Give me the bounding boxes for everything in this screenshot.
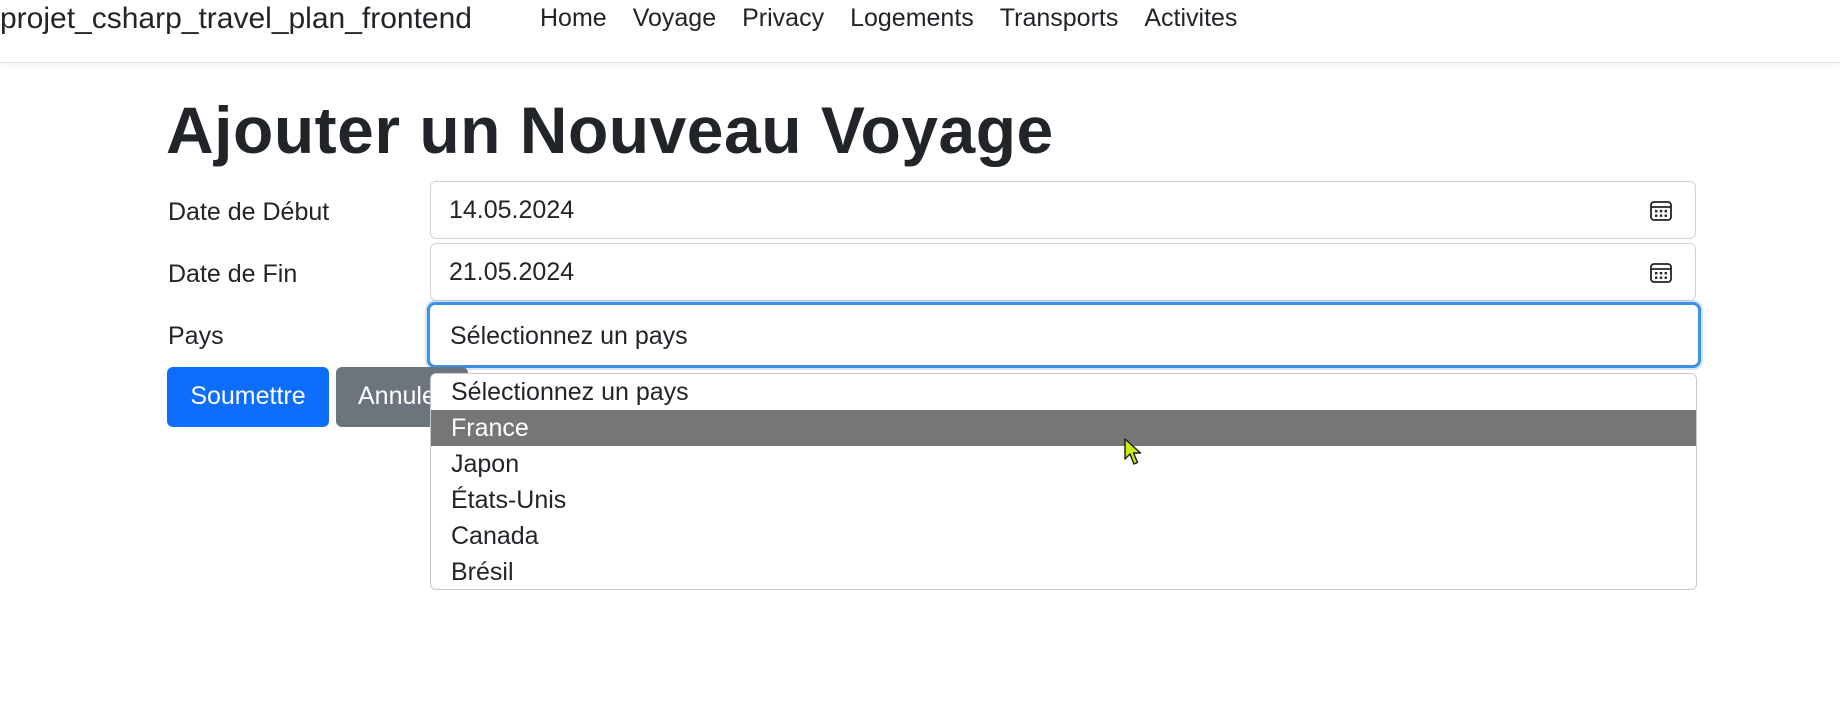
- nav-links: Home Voyage Privacy Logements Transports…: [540, 4, 1263, 33]
- country-option[interactable]: Brésil: [431, 554, 1696, 589]
- calendar-icon[interactable]: [1649, 260, 1673, 284]
- country-label: Pays: [168, 322, 224, 350]
- nav-link-transports[interactable]: Transports: [1000, 4, 1119, 33]
- nav-link-voyage[interactable]: Voyage: [633, 4, 716, 33]
- navbar: projet_csharp_travel_plan_frontend Home …: [0, 0, 1840, 63]
- country-dropdown-list: Sélectionnez un pays France Japon États-…: [430, 373, 1697, 590]
- country-option[interactable]: Japon: [431, 446, 1696, 482]
- country-option-highlighted[interactable]: France: [431, 410, 1696, 446]
- end-date-label: Date de Fin: [168, 260, 298, 288]
- nav-link-logements[interactable]: Logements: [850, 4, 974, 33]
- start-date-input[interactable]: 14.05.2024: [430, 181, 1696, 239]
- country-option[interactable]: États-Unis: [431, 482, 1696, 518]
- start-date-label: Date de Début: [168, 198, 330, 226]
- country-option[interactable]: Canada: [431, 518, 1696, 554]
- mouse-cursor-icon: [1124, 438, 1142, 465]
- start-date-value: 14.05.2024: [449, 196, 575, 224]
- end-date-value: 21.05.2024: [449, 258, 575, 286]
- country-selected-value: Sélectionnez un pays: [450, 322, 688, 350]
- end-date-input[interactable]: 21.05.2024: [430, 243, 1696, 301]
- nav-link-privacy[interactable]: Privacy: [742, 4, 824, 33]
- navbar-brand[interactable]: projet_csharp_travel_plan_frontend: [0, 2, 472, 36]
- submit-button[interactable]: Soumettre: [167, 367, 329, 427]
- page-title: Ajouter un Nouveau Voyage: [166, 93, 1054, 167]
- nav-link-home[interactable]: Home: [540, 4, 607, 33]
- calendar-icon[interactable]: [1649, 198, 1673, 222]
- nav-link-activites[interactable]: Activites: [1144, 4, 1237, 33]
- country-select[interactable]: Sélectionnez un pays: [427, 302, 1701, 368]
- country-option[interactable]: Sélectionnez un pays: [431, 374, 1696, 410]
